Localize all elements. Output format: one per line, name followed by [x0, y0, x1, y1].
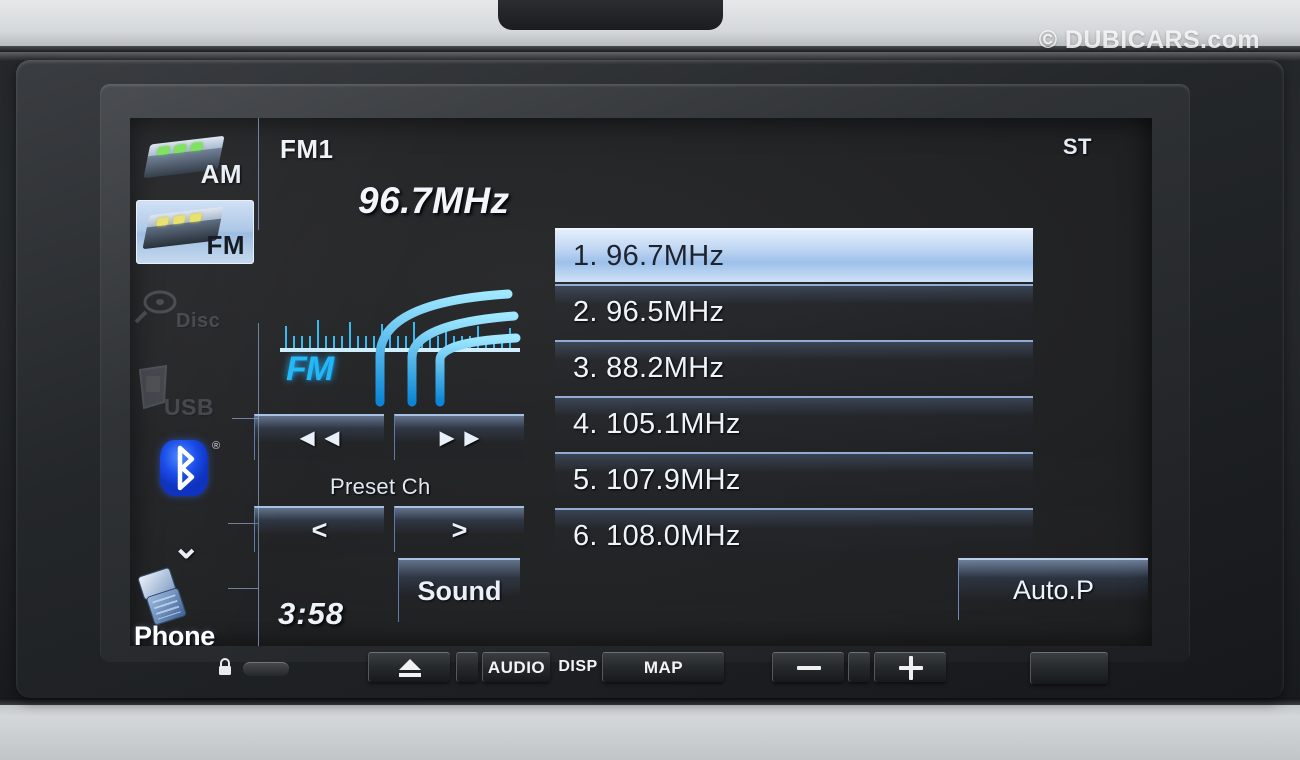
- preset-ch-label: Preset Ch: [330, 474, 431, 499]
- watermark: © DUBICARS.com: [1038, 26, 1260, 54]
- infotainment-photo: © DUBICARS.com AM FM Disc USB ® ⌄ Phone …: [0, 0, 1300, 760]
- card-slot: [243, 662, 289, 676]
- preset-text-2: 2. 96.5MHz: [573, 295, 725, 328]
- bluetooth-icon: [160, 440, 208, 496]
- fm-artwork: FM: [272, 278, 532, 408]
- seek-back-glyph: ◄◄: [294, 423, 345, 452]
- map-button[interactable]: MAP: [602, 652, 724, 682]
- source-sidebar: AM FM Disc USB ® ⌄ Phone: [130, 118, 259, 646]
- seek-back-button[interactable]: ◄◄: [254, 414, 384, 460]
- preset-next-button[interactable]: >: [394, 506, 524, 552]
- dashboard-center-nub: [498, 0, 723, 30]
- power-button[interactable]: [1030, 652, 1108, 684]
- sidebar-item-usb[interactable]: USB: [134, 364, 256, 422]
- eject-button[interactable]: [368, 652, 450, 682]
- sidebar-item-bluetooth[interactable]: ®: [134, 438, 256, 502]
- preset-row[interactable]: 3. 88.2MHz: [555, 340, 1033, 394]
- preset-row[interactable]: 1. 96.7MHz: [555, 228, 1033, 282]
- preset-text-5: 5. 107.9MHz: [573, 463, 741, 496]
- sidebar-item-am[interactable]: AM: [134, 134, 256, 192]
- preset-text-1: 1. 96.7MHz: [573, 239, 725, 272]
- sidebar-label-usb: USB: [164, 394, 215, 420]
- sidebar-item-phone[interactable]: Phone: [134, 566, 256, 646]
- disp-button-label: DISP: [558, 658, 598, 675]
- lcd-screen: AM FM Disc USB ® ⌄ Phone FM1 ST 96.7MHz …: [130, 118, 1152, 646]
- sidebar-label-am: AM: [200, 159, 242, 189]
- preset-prev-glyph: <: [311, 514, 328, 545]
- volume-up-button[interactable]: [874, 652, 946, 682]
- blank-mid-button[interactable]: [848, 652, 870, 682]
- sidebar-label-fm: FM: [206, 230, 245, 260]
- preset-prev-button[interactable]: <: [254, 506, 384, 552]
- sidebar-divider-1: [258, 118, 259, 230]
- map-button-label: MAP: [643, 657, 684, 677]
- preset-row[interactable]: 6. 108.0MHz: [555, 508, 1033, 562]
- band-indicator: FM1: [280, 134, 334, 164]
- blank-small-button[interactable]: [456, 652, 478, 682]
- sidebar-label-disc: Disc: [176, 310, 221, 332]
- preset-text-3: 3. 88.2MHz: [573, 351, 725, 384]
- sidebar-item-disc[interactable]: Disc: [134, 286, 256, 344]
- preset-text-4: 4. 105.1MHz: [573, 407, 741, 440]
- preset-row[interactable]: 4. 105.1MHz: [555, 396, 1033, 450]
- preset-text-6: 6. 108.0MHz: [573, 519, 741, 552]
- preset-list: 1. 96.7MHz 2. 96.5MHz 3. 88.2MHz 4. 105.…: [555, 228, 1033, 564]
- minus-icon: [796, 665, 821, 670]
- preset-next-glyph: >: [451, 514, 468, 545]
- fm-artwork-label: FM: [286, 350, 334, 388]
- preset-row[interactable]: 5. 107.9MHz: [555, 452, 1033, 506]
- disp-button[interactable]: DISP: [554, 652, 602, 682]
- dashboard-bottom-trim: [0, 698, 1300, 760]
- volume-down-button[interactable]: [772, 652, 844, 682]
- clock-display: 3:58: [278, 596, 345, 631]
- sidebar-item-fm[interactable]: FM: [136, 200, 254, 264]
- sound-button[interactable]: Sound: [398, 558, 520, 622]
- seek-forward-glyph: ►►: [434, 423, 485, 452]
- sidebar-label-phone: Phone: [134, 621, 216, 646]
- current-frequency: 96.7MHz: [358, 180, 510, 221]
- stereo-indicator: ST: [1062, 134, 1092, 159]
- lock-icon: [218, 658, 232, 681]
- auto-preset-button[interactable]: Auto.P: [958, 558, 1148, 620]
- audio-button[interactable]: AUDIO: [482, 652, 550, 682]
- chevron-down-icon: ⌄: [172, 528, 201, 566]
- audio-button-label: AUDIO: [487, 657, 546, 677]
- seek-forward-button[interactable]: ►►: [394, 414, 524, 460]
- hardware-button-row: AUDIO DISP MAP: [0, 652, 1300, 698]
- plus-icon: [898, 655, 923, 680]
- sound-button-label: Sound: [417, 575, 502, 606]
- preset-row[interactable]: 2. 96.5MHz: [555, 284, 1033, 338]
- auto-preset-label: Auto.P: [1012, 574, 1095, 605]
- phone-icon: [133, 564, 193, 628]
